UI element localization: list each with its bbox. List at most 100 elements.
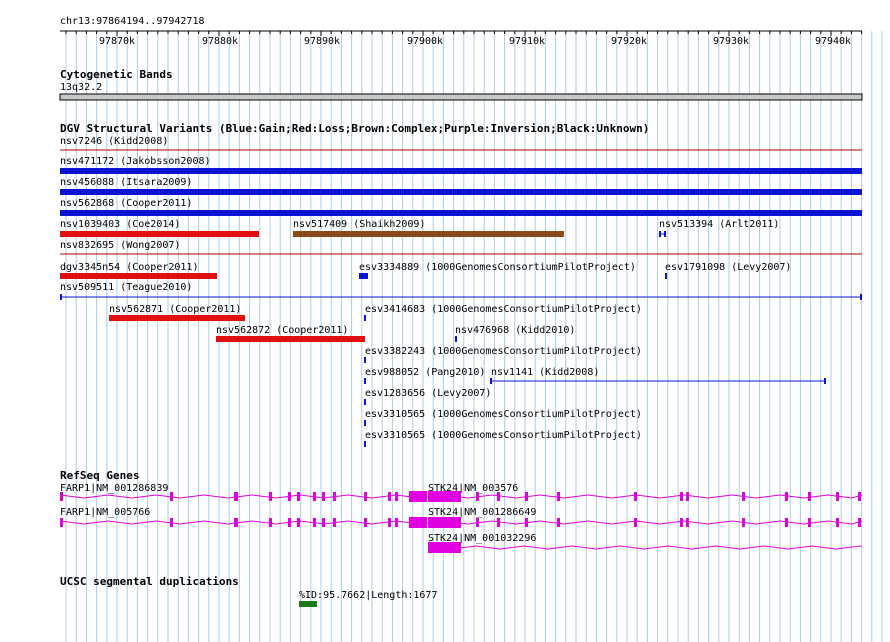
- exon-block[interactable]: [234, 518, 238, 527]
- exon-block-thick[interactable]: [428, 517, 461, 528]
- exon-block[interactable]: [288, 518, 291, 527]
- dgv-feature-label: nsv562868 (Cooper2011): [60, 198, 192, 209]
- exon-block[interactable]: [686, 518, 689, 527]
- exon-block[interactable]: [836, 492, 839, 501]
- exon-block[interactable]: [333, 518, 336, 527]
- dgv-gain-feature[interactable]: [60, 189, 862, 195]
- exon-block[interactable]: [234, 492, 238, 501]
- exon-block[interactable]: [388, 492, 391, 501]
- exon-block[interactable]: [288, 492, 291, 501]
- exon-block-thick[interactable]: [409, 491, 427, 502]
- dgv-span-start: [490, 378, 492, 384]
- exon-block[interactable]: [269, 518, 272, 527]
- dgv-gain-feature[interactable]: [364, 399, 366, 405]
- exon-block-thick[interactable]: [428, 542, 461, 553]
- exon-block[interactable]: [742, 492, 745, 501]
- genome-browser-panel: chr13:97864194..97942718 97870k 97880k 9…: [0, 0, 890, 642]
- exon-block[interactable]: [395, 492, 398, 501]
- exon-block-thick[interactable]: [428, 491, 461, 502]
- exon-block[interactable]: [269, 492, 272, 501]
- exon-block[interactable]: [557, 492, 560, 501]
- refseq-track-title: RefSeq Genes: [60, 469, 139, 482]
- dgv-gain-feature[interactable]: [665, 273, 667, 279]
- dgv-feature-label: esv1283656 (Levy2007): [365, 388, 491, 399]
- exon-block[interactable]: [634, 518, 637, 527]
- dgv-complex-feature[interactable]: [293, 231, 564, 237]
- dgv-gain-feature[interactable]: [359, 273, 368, 279]
- segdup-label: %ID:95.7662|Length:1677: [299, 590, 437, 601]
- ruler-tick-label: 97920k: [611, 36, 647, 47]
- dgv-gain-feature[interactable]: [364, 420, 366, 426]
- exon-block[interactable]: [170, 492, 173, 501]
- exon-block[interactable]: [313, 492, 316, 501]
- dgv-gain-feature[interactable]: [455, 336, 457, 342]
- segdup-feature[interactable]: [299, 601, 317, 607]
- dgv-feature-label: esv1791098 (Levy2007): [665, 262, 791, 273]
- exon-block[interactable]: [322, 518, 325, 527]
- ruler-tick-label: 97900k: [407, 36, 443, 47]
- exon-block[interactable]: [858, 492, 861, 501]
- dgv-gain-feature[interactable]: [364, 315, 366, 321]
- dgv-gain-feature[interactable]: [60, 210, 862, 216]
- ruler-tick-label: 97930k: [713, 36, 749, 47]
- ruler-tick-label: 97890k: [304, 36, 340, 47]
- exon-block[interactable]: [364, 492, 367, 501]
- exon-block[interactable]: [557, 518, 560, 527]
- exon-block[interactable]: [680, 492, 683, 501]
- ruler-tick-label: 97940k: [815, 36, 851, 47]
- dgv-loss-feature[interactable]: [60, 231, 259, 237]
- dgv-loss-feature[interactable]: [60, 273, 217, 279]
- exon-block-thick[interactable]: [409, 517, 427, 528]
- dgv-feature-label: nsv832695 (Wong2007): [60, 240, 180, 251]
- exon-block[interactable]: [525, 492, 528, 501]
- exon-block[interactable]: [808, 518, 811, 527]
- exon-block[interactable]: [388, 518, 391, 527]
- exon-block[interactable]: [170, 518, 173, 527]
- exon-block[interactable]: [313, 518, 316, 527]
- dgv-feature-label: nsv471172 (Jakobsson2008): [60, 156, 211, 167]
- dgv-feature-label: nsv1141 (Kidd2008): [491, 367, 599, 378]
- exon-block[interactable]: [476, 492, 479, 501]
- exon-block[interactable]: [60, 518, 63, 527]
- exon-block[interactable]: [680, 518, 683, 527]
- dgv-span-end: [860, 294, 862, 300]
- exon-block[interactable]: [333, 492, 336, 501]
- cytoband-label: 13q32.2: [60, 82, 102, 93]
- exon-block[interactable]: [785, 492, 788, 501]
- ruler-tick-label: 97870k: [99, 36, 135, 47]
- dgv-loss-feature[interactable]: [216, 336, 365, 342]
- dgv-feature-label: esv3310565 (1000GenomesConsortiumPilotPr…: [365, 409, 642, 420]
- gene-label: FARP1|NM_001286839: [60, 483, 168, 494]
- exon-block[interactable]: [742, 518, 745, 527]
- dgv-feature-label: nsv513394 (Arlt2011): [659, 219, 779, 230]
- exon-block[interactable]: [322, 492, 325, 501]
- dgv-loss-feature[interactable]: [109, 315, 245, 321]
- exon-block[interactable]: [525, 518, 528, 527]
- exon-block[interactable]: [476, 518, 479, 527]
- dgv-gain-feature[interactable]: [60, 168, 862, 174]
- exon-block[interactable]: [395, 518, 398, 527]
- exon-block[interactable]: [634, 492, 637, 501]
- exon-block[interactable]: [497, 518, 500, 527]
- dgv-feature-label: nsv562871 (Cooper2011): [109, 304, 241, 315]
- exon-block[interactable]: [60, 492, 63, 501]
- exon-block[interactable]: [686, 492, 689, 501]
- dgv-gain-feature[interactable]: [364, 441, 366, 447]
- exon-block[interactable]: [858, 518, 861, 527]
- exon-block[interactable]: [297, 492, 300, 501]
- dgv-feature-label: esv3334889 (1000GenomesConsortiumPilotPr…: [359, 262, 636, 273]
- dgv-feature-label: nsv562872 (Cooper2011): [216, 325, 348, 336]
- exon-block[interactable]: [808, 492, 811, 501]
- dgv-gain-feature[interactable]: [364, 357, 366, 363]
- ruler-tick-label: 97880k: [202, 36, 238, 47]
- exon-block[interactable]: [497, 492, 500, 501]
- exon-block[interactable]: [364, 518, 367, 527]
- dgv-gain-feature[interactable]: [364, 378, 366, 384]
- cytoband-ideogram[interactable]: [59, 93, 863, 101]
- exon-block[interactable]: [297, 518, 300, 527]
- dgv-feature-label: nsv509511 (Teague2010): [60, 282, 192, 293]
- exon-block[interactable]: [785, 518, 788, 527]
- dgv-feature-label: nsv517409 (Shaikh2009): [293, 219, 425, 230]
- exon-block[interactable]: [836, 518, 839, 527]
- dgv-feature-label: nsv7246 (Kidd2008): [60, 136, 168, 147]
